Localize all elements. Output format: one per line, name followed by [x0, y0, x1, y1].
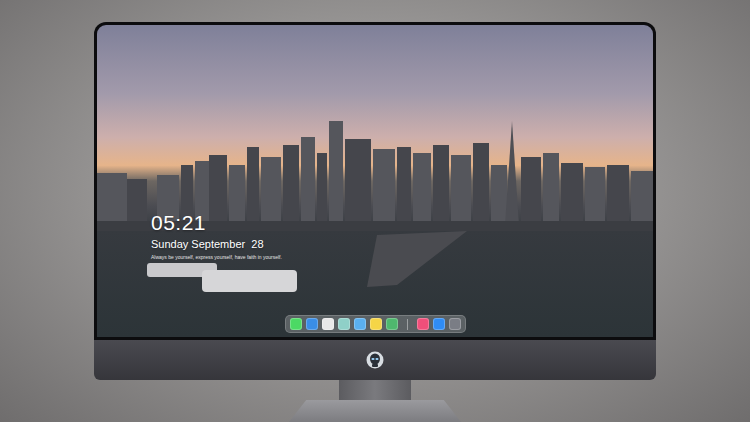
dock-others	[417, 318, 461, 330]
app-icon[interactable]	[338, 318, 350, 330]
monitor: 05:21 Sunday September 28 Always be yourse…	[94, 22, 656, 422]
clock-date: Sunday September 28	[151, 238, 653, 251]
quote-text: Always be yourself, express yourself, ha…	[151, 254, 653, 261]
lock-screen-info: 05:21 Sunday September 28 Always be yourse…	[97, 211, 653, 261]
monitor-bezel: 05:21 Sunday September 28 Always be yourse…	[94, 22, 656, 340]
page: 05:21 Sunday September 28 Always be yourse…	[0, 0, 750, 422]
monitor-stand-neck	[339, 380, 411, 400]
app-icon[interactable]	[322, 318, 334, 330]
app-icon[interactable]	[433, 318, 445, 330]
app-icon[interactable]	[386, 318, 398, 330]
clock-time: 05:21	[151, 211, 653, 235]
app-icon[interactable]	[306, 318, 318, 330]
dock-apps	[290, 318, 398, 330]
app-icon[interactable]	[370, 318, 382, 330]
wallpaper-city-image	[97, 25, 653, 337]
desktop-screen: 05:21 Sunday September 28 Always be yourse…	[97, 25, 653, 337]
app-icon[interactable]	[290, 318, 302, 330]
monitor-chin	[94, 340, 656, 380]
dock	[285, 315, 466, 333]
alien-logo-icon	[366, 351, 384, 369]
app-icon[interactable]	[354, 318, 366, 330]
app-icon[interactable]	[417, 318, 429, 330]
monitor-stand-base	[289, 400, 461, 422]
app-icon[interactable]	[449, 318, 461, 330]
dock-divider	[407, 319, 408, 330]
